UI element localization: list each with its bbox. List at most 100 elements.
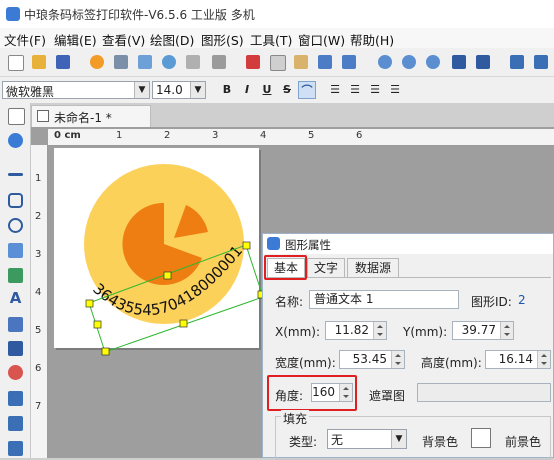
background-color-label: 背景色: [422, 435, 459, 449]
width-input[interactable]: 53.45: [339, 350, 405, 369]
text-tool-icon[interactable]: A: [8, 291, 23, 306]
title-bar: 中琅条码标签打印软件-V6.5.6 工业版 多机: [0, 0, 554, 29]
print-preview-icon[interactable]: [138, 55, 152, 69]
height-input[interactable]: 16.14: [485, 350, 551, 369]
align-center-icon[interactable]: ☰: [346, 81, 364, 99]
save-icon[interactable]: [56, 55, 70, 69]
mask-image-field[interactable]: [417, 383, 551, 402]
app-icon: [6, 7, 20, 21]
ruler-tick-label: 3: [212, 130, 219, 141]
ellipse-icon[interactable]: [8, 218, 23, 233]
dialog-title-bar[interactable]: 图形属性: [263, 234, 553, 254]
font-size-select[interactable]: 14.0 ▼: [152, 81, 206, 99]
settings-icon[interactable]: [90, 55, 104, 69]
rounded-rect-icon[interactable]: [8, 193, 23, 208]
menu-help[interactable]: 帮助(H): [350, 30, 394, 49]
zoom-fit-icon[interactable]: [426, 55, 440, 69]
strikethrough-button[interactable]: S: [278, 81, 296, 99]
width-value: 53.45: [352, 352, 387, 366]
pointer-icon[interactable]: [8, 108, 25, 125]
copy-icon[interactable]: [270, 55, 286, 71]
line-icon[interactable]: [8, 173, 23, 176]
angle-input[interactable]: 160: [311, 383, 353, 402]
zoom-out-icon[interactable]: [402, 55, 416, 69]
redo-icon[interactable]: [342, 55, 356, 69]
align-justify-icon[interactable]: ☰: [386, 81, 404, 99]
x-label: X(mm):: [275, 325, 321, 339]
fill-type-select[interactable]: 无 ▼: [327, 429, 407, 449]
italic-button[interactable]: I: [238, 81, 256, 99]
ruler-tick-label: 5: [308, 130, 315, 141]
horizontal-ruler: 0 cm 1 2 3 4 5 6: [48, 129, 554, 146]
ruler-tick-label: 3: [35, 249, 42, 260]
barcode-tool-icon[interactable]: [8, 341, 23, 356]
ruler-unit-label: 0 cm: [54, 130, 81, 141]
fill-type-value: 无: [331, 433, 344, 447]
undo-icon[interactable]: [318, 55, 332, 69]
print-icon[interactable]: [114, 55, 128, 69]
menu-window[interactable]: 窗口(W): [298, 30, 345, 49]
fit-page-icon[interactable]: [476, 55, 490, 69]
fill-type-label: 类型:: [289, 435, 318, 449]
spinner-arrows-icon[interactable]: [339, 384, 352, 401]
grid-icon[interactable]: [212, 55, 226, 69]
zoom-in-icon[interactable]: [378, 55, 392, 69]
document-tab[interactable]: 未命名-1 *: [31, 105, 151, 127]
align-icon[interactable]: [510, 55, 524, 69]
background-color-swatch[interactable]: [471, 428, 491, 448]
spinner-arrows-icon[interactable]: [500, 322, 513, 339]
tab-text[interactable]: 文字: [307, 258, 345, 278]
tab-divider: [265, 277, 551, 278]
angle-value: 160: [312, 385, 335, 399]
ruler-tick-label: 1: [35, 173, 42, 184]
y-input[interactable]: 39.77: [452, 321, 514, 340]
y-label: Y(mm):: [403, 325, 448, 339]
bold-button[interactable]: B: [218, 81, 236, 99]
menu-view[interactable]: 查看(V): [102, 30, 145, 49]
picture-icon[interactable]: [8, 268, 23, 283]
menu-shape[interactable]: 图形(S): [201, 30, 244, 49]
ruler-tick-label: 6: [35, 363, 42, 374]
new-file-icon[interactable]: [8, 55, 24, 71]
cut-icon[interactable]: [246, 55, 260, 69]
menu-file[interactable]: 文件(F): [4, 30, 46, 49]
paste-icon[interactable]: [294, 55, 308, 69]
chevron-down-icon[interactable]: ▼: [190, 82, 205, 98]
spinner-arrows-icon[interactable]: [373, 322, 386, 339]
curve-icon[interactable]: [8, 416, 23, 431]
align-right-icon[interactable]: ☰: [366, 81, 384, 99]
tab-datasource[interactable]: 数据源: [347, 258, 399, 278]
font-family-select[interactable]: 微软雅黑 ▼: [2, 81, 150, 99]
underline-button[interactable]: U: [258, 81, 276, 99]
rotate-icon[interactable]: [8, 133, 23, 148]
open-folder-icon[interactable]: [32, 55, 46, 69]
chevron-down-icon[interactable]: ▼: [134, 82, 149, 98]
image-icon[interactable]: [8, 243, 23, 258]
dialog-title: 图形属性: [285, 238, 331, 252]
x-input[interactable]: 11.82: [325, 321, 387, 340]
drawing-toolbox: A: [0, 103, 31, 458]
ruler-tick-label: 2: [164, 130, 171, 141]
arc-text-icon[interactable]: ⌒: [298, 81, 316, 99]
menu-tools[interactable]: 工具(T): [250, 30, 292, 49]
align-left-icon[interactable]: ☰: [326, 81, 344, 99]
name-input[interactable]: 普通文本 1: [309, 290, 459, 309]
ruler-tick-label: 4: [35, 287, 42, 298]
polyline-icon[interactable]: [8, 441, 23, 456]
shape-properties-dialog: 图形属性 基本 文字 数据源 名称: 普通文本 1 图形ID: 2 X(mm):…: [262, 233, 554, 460]
barcode-icon[interactable]: [186, 55, 200, 69]
label-canvas[interactable]: [54, 148, 259, 348]
font-family-value: 微软雅黑: [6, 85, 55, 99]
menu-draw[interactable]: 绘图(D): [150, 30, 194, 49]
fit-width-icon[interactable]: [452, 55, 466, 69]
rich-text-icon[interactable]: [8, 317, 23, 332]
height-label: 高度(mm):: [421, 356, 482, 370]
spinner-arrows-icon[interactable]: [391, 351, 404, 368]
database-icon[interactable]: [162, 55, 176, 69]
distribute-icon[interactable]: [534, 55, 548, 69]
chevron-down-icon[interactable]: ▼: [391, 430, 406, 448]
stamp-icon[interactable]: [8, 365, 23, 380]
spinner-arrows-icon[interactable]: [537, 351, 550, 368]
menu-edit[interactable]: 编辑(E): [54, 30, 97, 49]
table-icon[interactable]: [8, 391, 23, 406]
